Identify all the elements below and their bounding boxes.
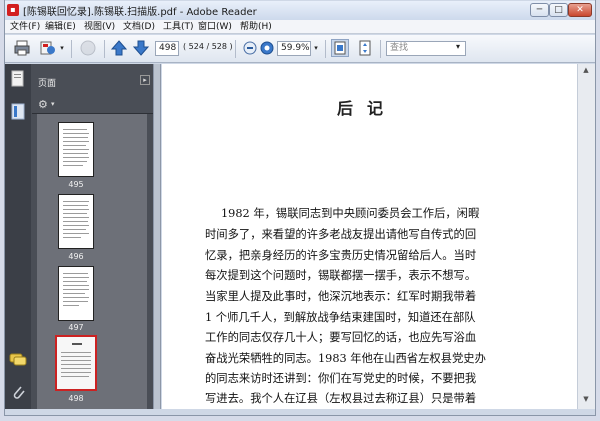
share-dropdown-icon[interactable]: ▾ <box>58 39 66 57</box>
zoom-in-icon[interactable] <box>258 39 276 57</box>
text-line: 1982 年，锡联同志到中央顾问委员会工作后，闲暇 <box>221 207 480 220</box>
toolbar-separator <box>235 40 236 58</box>
menu-help[interactable]: 帮助(H) <box>240 20 272 34</box>
menu-file[interactable]: 文件(F) <box>10 20 40 34</box>
page-thumbnail-label: 495 <box>68 180 84 189</box>
page-thumbnail[interactable] <box>58 122 94 177</box>
adobe-reader-icon: ▪ <box>7 4 19 16</box>
fit-page-icon[interactable] <box>331 39 349 57</box>
share-icon[interactable] <box>39 39 57 57</box>
comments-icon[interactable] <box>9 352 27 371</box>
page-thumbnail[interactable] <box>58 194 94 249</box>
pages-panel-title: 页面 <box>38 79 57 89</box>
page-count-label: ( 524 / 528 ) <box>183 42 233 51</box>
page-thumbnail-label: 498 <box>68 394 84 403</box>
scroll-down-icon[interactable]: ▼ <box>579 395 593 407</box>
text-line: 每次提到这个问题时，锡联都摆一摆手，表示不想写。 <box>205 269 477 282</box>
print-icon[interactable] <box>13 39 31 57</box>
previous-page-icon[interactable] <box>110 39 128 57</box>
search-dropdown-icon[interactable]: ▾ <box>456 42 460 51</box>
text-line: 1 个师几千人，到解放战争结束建国时，知道还在部队 <box>205 311 476 324</box>
text-line: 的同志来访时还讲到：你们在写党史的时候，不要把我 <box>205 372 477 385</box>
zoom-input[interactable]: 59.9% <box>277 41 311 56</box>
page-thumbnail-label: 497 <box>68 323 84 332</box>
toolbar-separator <box>380 40 381 58</box>
attachments-icon[interactable] <box>10 383 26 404</box>
zoom-out-icon[interactable] <box>241 39 259 57</box>
text-line: 时间多了，来看望的许多老战友提出请他写自传式的回 <box>205 228 477 241</box>
page-heading: 后记 <box>337 99 398 118</box>
menu-tools[interactable]: 工具(T) <box>163 20 194 34</box>
maximize-button[interactable]: □ <box>549 3 568 17</box>
window-title: [陈锡联回忆录].陈锡联.扫描版.pdf - Adobe Reader <box>23 7 257 18</box>
comment-icon[interactable] <box>79 39 97 57</box>
search-input[interactable]: 查找 <box>386 41 466 56</box>
gear-dropdown-icon[interactable]: ▾ <box>51 100 55 108</box>
menu-document[interactable]: 文档(D) <box>123 20 155 34</box>
close-button[interactable]: ✕ <box>568 3 592 17</box>
text-line: 写进去。我个人在辽县（左权县过去称辽县）只是带着 <box>205 392 477 405</box>
page-thumbnail-selected[interactable] <box>55 335 97 391</box>
bookmarks-icon[interactable] <box>10 103 26 124</box>
gear-icon[interactable]: ⚙ <box>38 98 48 111</box>
scroll-up-icon[interactable]: ▲ <box>579 66 593 78</box>
menu-view[interactable]: 视图(V) <box>84 20 115 34</box>
text-line: 忆录，把亲身经历的许多宝贵历史情况留给后人。当时 <box>205 249 477 262</box>
fit-width-icon[interactable] <box>356 39 374 57</box>
menu-edit[interactable]: 编辑(E) <box>45 20 76 34</box>
text-line: 当家里人提及此事时，他深沉地表示：红军时期我带着 <box>205 290 477 303</box>
text-line: 工作的同志仅存几十人；要写回忆的话，也应先写浴血 <box>205 331 477 344</box>
panel-splitter[interactable] <box>153 64 161 409</box>
page-thumbnail-label: 496 <box>68 252 84 261</box>
text-line: 奋战光荣牺牲的同志。1983 年他在山西省左权县党史办 <box>205 352 486 365</box>
toolbar-separator <box>104 40 105 58</box>
menu-window[interactable]: 窗口(W) <box>198 20 232 34</box>
next-page-icon[interactable] <box>132 39 150 57</box>
vertical-scrollbar[interactable] <box>577 64 595 409</box>
page-number-input[interactable]: 498 <box>155 41 179 56</box>
minimize-button[interactable]: ─ <box>530 3 549 17</box>
page-thumbnail[interactable] <box>58 266 94 321</box>
zoom-dropdown-icon[interactable]: ▾ <box>312 39 320 57</box>
toolbar-separator <box>325 40 326 58</box>
panel-options-icon[interactable]: ▸ <box>140 75 150 85</box>
toolbar-separator <box>71 40 72 58</box>
pages-panel-icon[interactable] <box>10 70 26 91</box>
